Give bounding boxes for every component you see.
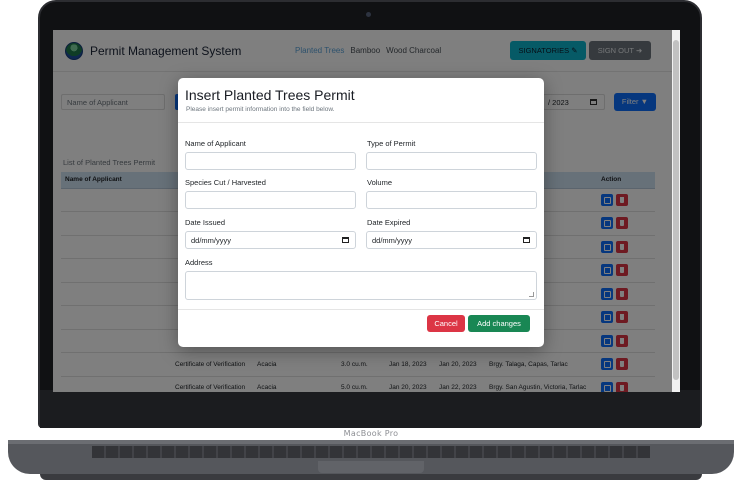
modal-divider [178, 122, 544, 123]
date-issued-input[interactable]: dd/mm/yyyy [185, 231, 356, 249]
date-issued-placeholder: dd/mm/yyyy [191, 236, 232, 245]
date-expired-label: Date Expired [367, 218, 411, 227]
laptop-base-edge [8, 440, 734, 444]
resize-grip-icon[interactable] [529, 292, 534, 297]
add-changes-button[interactable]: Add changes [468, 315, 530, 332]
laptop-feet [40, 474, 702, 480]
date-expired-input[interactable]: dd/mm/yyyy [366, 231, 537, 249]
modal-title: Insert Planted Trees Permit [185, 87, 355, 103]
screen-bezel [40, 390, 700, 428]
modal-subtitle: Please insert permit information into th… [186, 106, 335, 113]
date-expired-placeholder: dd/mm/yyyy [372, 236, 413, 245]
calendar-icon[interactable] [342, 237, 349, 243]
permit-type-input[interactable] [366, 152, 537, 170]
cancel-button[interactable]: Cancel [427, 315, 465, 332]
insert-permit-modal: Insert Planted Trees Permit Please inser… [178, 78, 544, 347]
trackpad [318, 461, 424, 473]
species-input[interactable] [185, 191, 356, 209]
camera-icon [366, 12, 371, 17]
keyboard [92, 446, 650, 458]
address-textarea[interactable] [185, 271, 537, 300]
type-label: Type of Permit [367, 139, 416, 148]
address-label: Address [185, 258, 213, 267]
applicant-name-input[interactable] [185, 152, 356, 170]
calendar-icon[interactable] [523, 237, 530, 243]
laptop-mockup: MacBook Pro Permit Management System Pla… [0, 0, 742, 491]
app-screen: Permit Management System Planted TreesBa… [53, 30, 680, 392]
device-brand-label: MacBook Pro [343, 429, 399, 438]
name-label: Name of Applicant [185, 139, 246, 148]
species-label: Species Cut / Harvested [185, 178, 266, 187]
scroll-thumb[interactable] [673, 40, 679, 380]
modal-footer-divider [178, 309, 544, 310]
page-scrollbar[interactable] [672, 30, 680, 392]
volume-input[interactable] [366, 191, 537, 209]
volume-label: Volume [367, 178, 393, 187]
date-issued-label: Date Issued [185, 218, 226, 227]
